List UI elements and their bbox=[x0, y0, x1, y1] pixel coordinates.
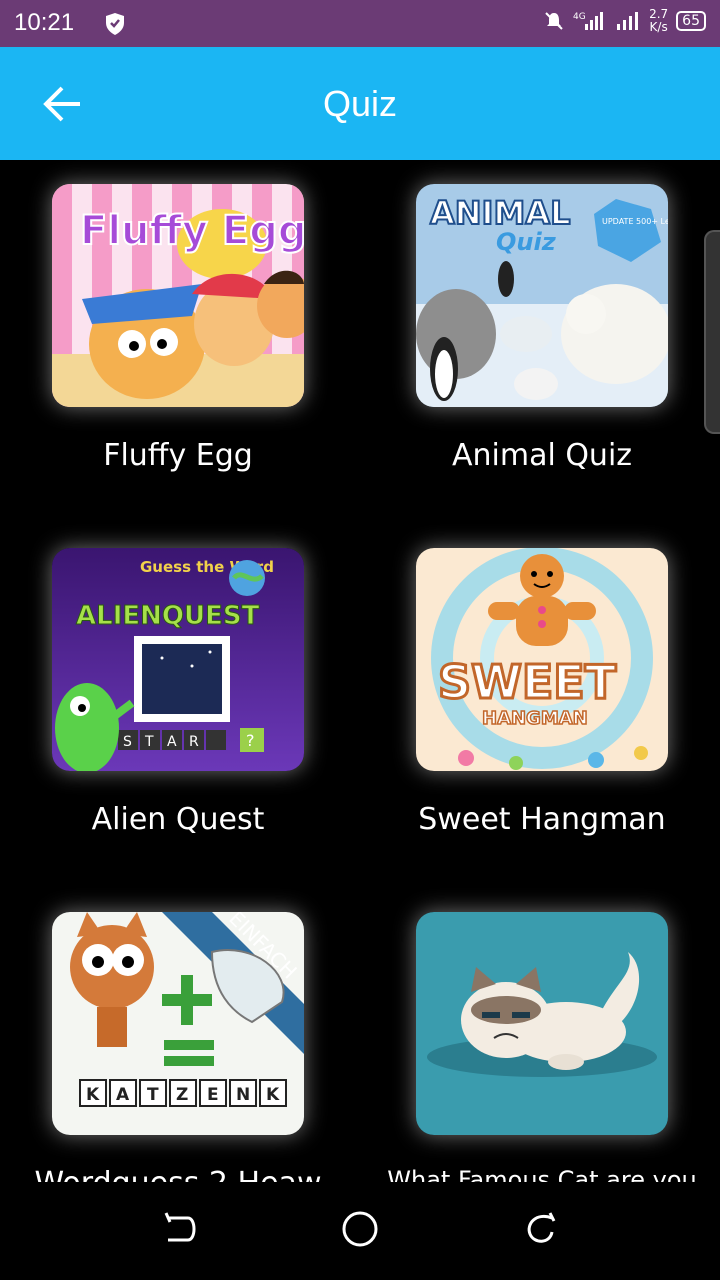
svg-text:Z: Z bbox=[176, 1085, 188, 1105]
svg-text:ALIENQUEST: ALIENQUEST bbox=[76, 601, 260, 631]
svg-text:T: T bbox=[144, 734, 154, 750]
fluffy-egg-art: Fluffy Egg bbox=[52, 184, 304, 407]
quiz-grid: Fluffy Egg Fluffy Egg ANIMAL Quiz UPDATE… bbox=[0, 160, 720, 1182]
signal-2-icon bbox=[617, 12, 639, 30]
quiz-title[interactable]: Sweet Hangman bbox=[362, 802, 720, 837]
svg-text:A: A bbox=[167, 734, 177, 750]
svg-text:ANIMAL: ANIMAL bbox=[430, 194, 570, 232]
quiz-title[interactable]: Animal Quiz bbox=[362, 438, 720, 473]
svg-text:K: K bbox=[86, 1085, 100, 1105]
sweet-hangman-art: SWEET HANGMAN bbox=[416, 548, 668, 771]
animal-quiz-art: ANIMAL Quiz UPDATE 500+ Level! bbox=[416, 184, 668, 407]
svg-text:Quiz: Quiz bbox=[496, 228, 557, 256]
svg-text:T: T bbox=[147, 1085, 159, 1105]
back-icon[interactable] bbox=[154, 1204, 204, 1254]
svg-text:K: K bbox=[266, 1085, 280, 1105]
network-speed: 2.7 K/s bbox=[649, 7, 669, 34]
famous-cat-art bbox=[416, 912, 668, 1135]
quiz-title[interactable]: Fluffy Egg bbox=[0, 438, 358, 473]
home-icon[interactable] bbox=[335, 1204, 385, 1254]
quiz-thumbnail[interactable]: ANIMAL Quiz UPDATE 500+ Level! bbox=[416, 184, 668, 407]
system-nav-bar bbox=[0, 1182, 720, 1280]
status-bar: 10:21 4G 2.7 K/s 65 bbox=[0, 0, 720, 47]
quiz-thumbnail[interactable]: SWEET HANGMAN bbox=[416, 548, 668, 771]
shield-icon bbox=[106, 13, 124, 35]
svg-text:R: R bbox=[189, 734, 199, 750]
alien-quest-art: Guess the Word ALIENQUEST S T A R ? bbox=[52, 548, 304, 771]
svg-text:N: N bbox=[236, 1085, 250, 1105]
status-time: 10:21 bbox=[14, 9, 75, 36]
svg-text:UPDATE 500+ Level!: UPDATE 500+ Level! bbox=[602, 217, 668, 226]
svg-text:4G: 4G bbox=[573, 12, 586, 22]
quiz-title[interactable]: Alien Quest bbox=[0, 802, 358, 837]
recents-icon[interactable] bbox=[516, 1204, 566, 1254]
wordguess-art: EINFACH K A T Z E N K bbox=[52, 912, 304, 1135]
quiz-title[interactable]: Wordguess 2 Heaw bbox=[0, 1166, 358, 1182]
mute-icon bbox=[545, 12, 563, 30]
app-bar: Quiz bbox=[0, 47, 720, 160]
svg-text:E: E bbox=[207, 1085, 219, 1105]
svg-text:HANGMAN: HANGMAN bbox=[482, 708, 588, 729]
quiz-thumbnail[interactable]: Fluffy Egg bbox=[52, 184, 304, 407]
quiz-title[interactable]: What Famous Cat are you bbox=[362, 1166, 720, 1182]
svg-text:S: S bbox=[123, 734, 132, 750]
svg-text:A: A bbox=[116, 1085, 130, 1105]
svg-text:?: ? bbox=[246, 731, 255, 750]
quiz-thumbnail[interactable]: Guess the Word ALIENQUEST S T A R ? bbox=[52, 548, 304, 771]
quiz-thumbnail[interactable] bbox=[416, 912, 668, 1135]
page-title: Quiz bbox=[322, 83, 398, 124]
battery-indicator: 65 bbox=[676, 11, 706, 31]
signal-icon: 4G bbox=[573, 12, 604, 30]
quiz-thumbnail[interactable]: EINFACH K A T Z E N K bbox=[52, 912, 304, 1135]
svg-text:SWEET: SWEET bbox=[438, 655, 617, 709]
svg-text:Fluffy Egg: Fluffy Egg bbox=[80, 208, 304, 254]
